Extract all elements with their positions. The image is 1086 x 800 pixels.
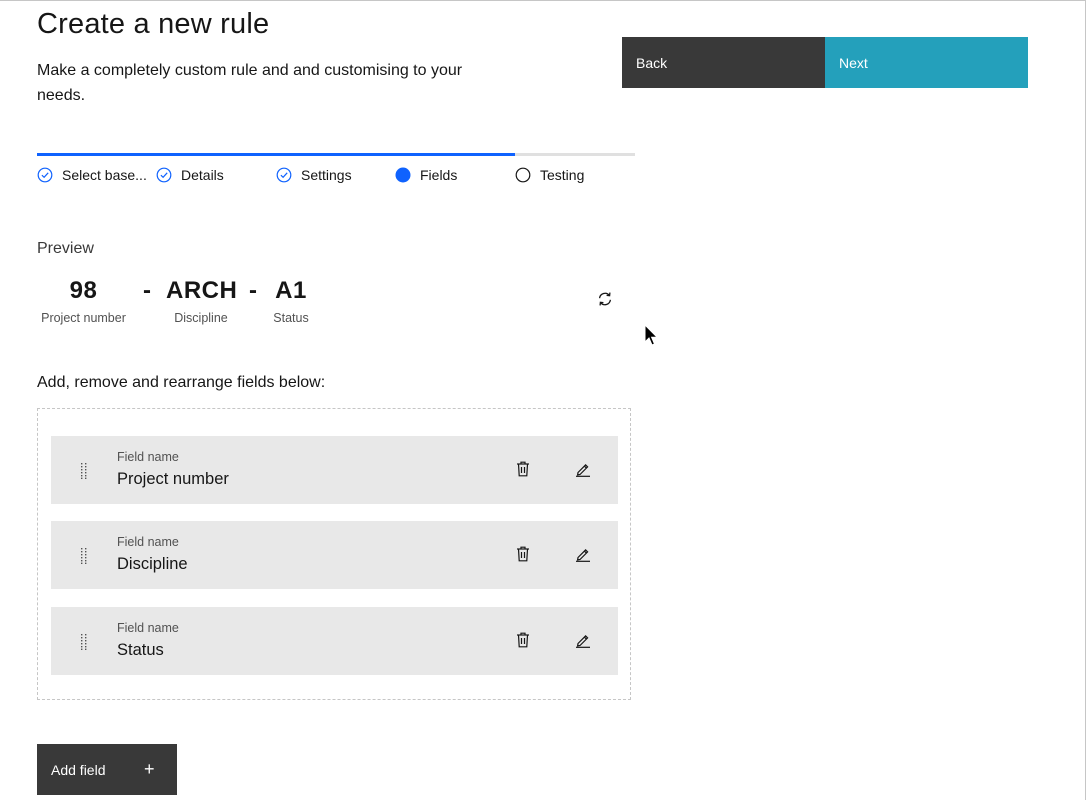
window-top-border [0, 0, 1086, 1]
field-name-value: Project number [117, 470, 229, 488]
field-row[interactable]: Field name Discipline [51, 521, 618, 589]
step-details[interactable]: Details [156, 165, 224, 185]
preview-separator: - [249, 277, 257, 304]
pencil-icon[interactable] [574, 460, 592, 478]
plus-icon: + [144, 759, 155, 779]
page-description: Make a completely custom rule and and cu… [37, 62, 463, 104]
step-label: Details [181, 167, 224, 183]
checkmark-outline-icon [37, 167, 53, 183]
field-name-value: Discipline [117, 555, 188, 573]
page-title: Create a new rule [37, 8, 270, 40]
checkmark-outline-icon [276, 167, 292, 183]
next-button[interactable]: Next [825, 37, 1028, 88]
preview-caption: Discipline [174, 311, 228, 325]
step-testing[interactable]: Testing [515, 165, 584, 185]
preview-part-status: A1 Status [271, 276, 311, 325]
preview-value: ARCH [166, 277, 238, 304]
preview-label: Preview [37, 240, 94, 257]
preview-caption: Project number [41, 311, 126, 325]
field-caption: Field name [117, 621, 179, 635]
refresh-icon[interactable] [596, 290, 614, 308]
step-label: Testing [540, 167, 585, 183]
field-row[interactable]: Field name Status [51, 607, 618, 675]
step-select-base[interactable]: Select base... [37, 165, 147, 185]
field-caption: Field name [117, 535, 179, 549]
field-row[interactable]: Field name Project number [51, 436, 618, 504]
filled-circle-icon [395, 167, 411, 183]
back-button[interactable]: Back [622, 37, 825, 88]
step-label: Select base... [62, 167, 147, 183]
trash-can-icon[interactable] [514, 460, 532, 478]
step-label: Fields [420, 167, 458, 183]
field-caption: Field name [117, 450, 179, 464]
checkmark-outline-icon [156, 167, 172, 183]
preview-value: 98 [69, 277, 98, 304]
preview-separator: - [143, 277, 151, 304]
add-field-button[interactable]: Add field + [37, 744, 177, 795]
progress-fill [37, 153, 516, 156]
preview-value: A1 [275, 277, 307, 304]
step-label: Settings [301, 167, 352, 183]
field-name-value: Status [117, 641, 164, 659]
drag-handle-icon[interactable] [79, 634, 89, 650]
drag-handle-icon[interactable] [79, 548, 89, 564]
trash-can-icon[interactable] [514, 545, 532, 563]
drag-handle-icon[interactable] [79, 463, 89, 479]
pencil-icon[interactable] [574, 631, 592, 649]
preview-caption: Status [273, 311, 309, 325]
fields-heading: Add, remove and rearrange fields below: [37, 374, 326, 391]
preview-part-discipline: ARCH Discipline [166, 276, 238, 325]
trash-can-icon[interactable] [514, 631, 532, 649]
step-settings[interactable]: Settings [276, 165, 352, 185]
mouse-pointer-icon [644, 323, 660, 348]
preview-part-project-number: 98 Project number [37, 276, 130, 325]
pencil-icon[interactable] [574, 545, 592, 563]
empty-circle-icon [515, 167, 531, 183]
progress-indicator: Select base... Details Settings Fields T… [37, 153, 635, 193]
fields-drop-zone: Field name Project number Field name Dis… [37, 408, 631, 700]
add-field-label: Add field [51, 761, 106, 778]
step-fields[interactable]: Fields [395, 165, 457, 185]
